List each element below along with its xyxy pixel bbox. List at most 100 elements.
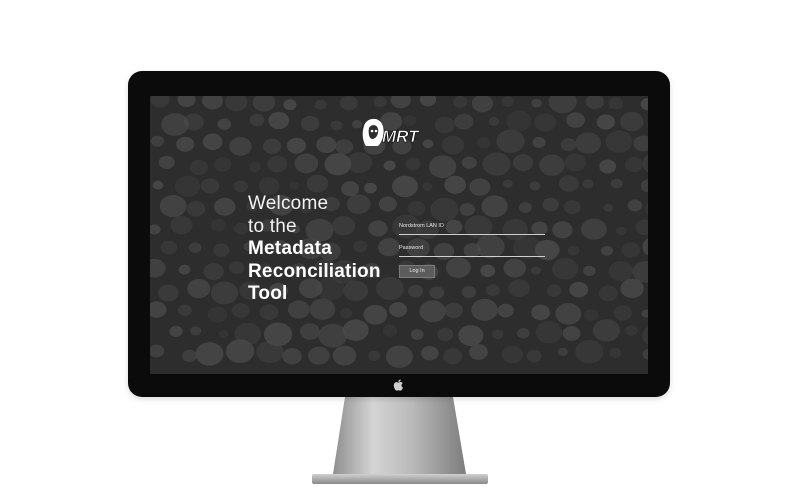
background-dot bbox=[150, 224, 161, 235]
background-dot bbox=[419, 300, 446, 323]
background-dot bbox=[471, 298, 498, 321]
background-dot bbox=[461, 286, 476, 298]
background-dot bbox=[546, 284, 562, 297]
background-dot bbox=[422, 182, 433, 191]
monitor-bezel: MRT Welcome to the Metadata Reconciliati… bbox=[128, 71, 670, 397]
background-dot bbox=[480, 264, 496, 278]
background-dot bbox=[347, 152, 373, 173]
background-dot bbox=[218, 330, 229, 339]
background-dot bbox=[330, 120, 343, 131]
background-dot bbox=[592, 319, 620, 342]
background-dot bbox=[548, 96, 577, 114]
background-dot bbox=[605, 130, 633, 153]
background-dot bbox=[306, 174, 329, 193]
background-dot bbox=[408, 284, 424, 298]
background-dot bbox=[518, 202, 532, 213]
background-dot bbox=[178, 264, 191, 275]
background-dot bbox=[283, 99, 297, 111]
background-dot bbox=[625, 325, 638, 336]
background-dot bbox=[210, 218, 227, 232]
background-dot bbox=[621, 242, 641, 258]
background-dot bbox=[307, 346, 330, 365]
background-dot bbox=[445, 257, 471, 278]
background-dot bbox=[202, 133, 223, 150]
background-dot bbox=[557, 347, 568, 357]
background-dot bbox=[368, 350, 381, 361]
background-dot bbox=[286, 137, 307, 154]
background-dot bbox=[299, 323, 320, 340]
background-dot bbox=[531, 98, 542, 108]
background-dot bbox=[640, 179, 648, 193]
welcome-line-2: to the bbox=[248, 215, 297, 237]
background-dot bbox=[469, 344, 488, 360]
background-dot bbox=[502, 179, 513, 188]
background-dot bbox=[382, 324, 398, 337]
background-dot bbox=[624, 157, 644, 173]
background-dot bbox=[564, 153, 586, 172]
password-label: Password bbox=[399, 245, 424, 251]
background-dot bbox=[642, 238, 648, 256]
background-dot bbox=[627, 199, 643, 212]
lan-id-label: Nordstrom LAN ID bbox=[399, 223, 444, 229]
background-dot bbox=[566, 112, 585, 128]
background-dot bbox=[517, 328, 530, 339]
background-dot bbox=[428, 155, 457, 179]
background-dot bbox=[532, 136, 546, 148]
background-dot bbox=[508, 279, 530, 298]
welcome-heading: Welcome to the Metadata Reconciliation T… bbox=[248, 193, 381, 306]
background-dot bbox=[190, 326, 202, 336]
login-screen: MRT Welcome to the Metadata Reconciliati… bbox=[150, 96, 648, 374]
background-dot bbox=[316, 136, 337, 154]
background-dot bbox=[598, 285, 618, 302]
background-dot bbox=[633, 135, 648, 152]
background-dot bbox=[294, 153, 319, 174]
background-dot bbox=[458, 325, 484, 346]
background-dot bbox=[575, 339, 604, 364]
background-dot bbox=[174, 175, 201, 197]
background-dot bbox=[410, 329, 424, 340]
background-dot bbox=[233, 180, 248, 193]
background-dot bbox=[567, 246, 580, 256]
background-dot bbox=[585, 96, 604, 110]
background-dot bbox=[150, 344, 165, 358]
background-dot bbox=[210, 281, 239, 305]
background-dot bbox=[232, 303, 250, 318]
welcome-line-1: Welcome bbox=[248, 193, 329, 214]
background-dot bbox=[229, 137, 252, 156]
background-dot bbox=[364, 182, 377, 194]
background-dot bbox=[187, 278, 211, 299]
background-dot bbox=[234, 222, 249, 235]
background-dot bbox=[169, 325, 183, 337]
background-dot bbox=[385, 345, 413, 368]
login-button[interactable]: Log In bbox=[399, 265, 435, 278]
background-dot bbox=[248, 162, 261, 173]
background-dot bbox=[252, 96, 276, 112]
background-dot bbox=[177, 304, 192, 316]
background-dot bbox=[534, 113, 557, 132]
password-field[interactable]: Password bbox=[399, 242, 545, 257]
background-dot bbox=[459, 203, 475, 216]
lan-id-field[interactable]: Nordstrom LAN ID bbox=[399, 220, 545, 235]
background-dot bbox=[339, 308, 353, 319]
background-dot bbox=[492, 329, 504, 340]
monitor-scene: MRT Welcome to the Metadata Reconciliati… bbox=[0, 0, 800, 500]
background-dot bbox=[635, 219, 648, 236]
background-dot bbox=[476, 137, 491, 149]
background-dot bbox=[616, 226, 627, 236]
background-dot bbox=[526, 349, 542, 363]
background-dot bbox=[335, 139, 354, 155]
background-dot bbox=[530, 266, 541, 275]
background-dot bbox=[225, 339, 255, 363]
background-dot bbox=[437, 327, 454, 342]
background-dot bbox=[182, 349, 197, 363]
background-dot bbox=[405, 157, 421, 171]
background-dot bbox=[389, 302, 408, 318]
background-dot bbox=[195, 342, 224, 366]
apple-icon bbox=[393, 379, 403, 391]
background-dot bbox=[641, 309, 648, 318]
background-dot bbox=[430, 197, 459, 222]
background-dot bbox=[501, 345, 524, 364]
background-dot bbox=[512, 154, 534, 172]
background-dot bbox=[267, 155, 288, 173]
background-dot bbox=[608, 260, 634, 282]
